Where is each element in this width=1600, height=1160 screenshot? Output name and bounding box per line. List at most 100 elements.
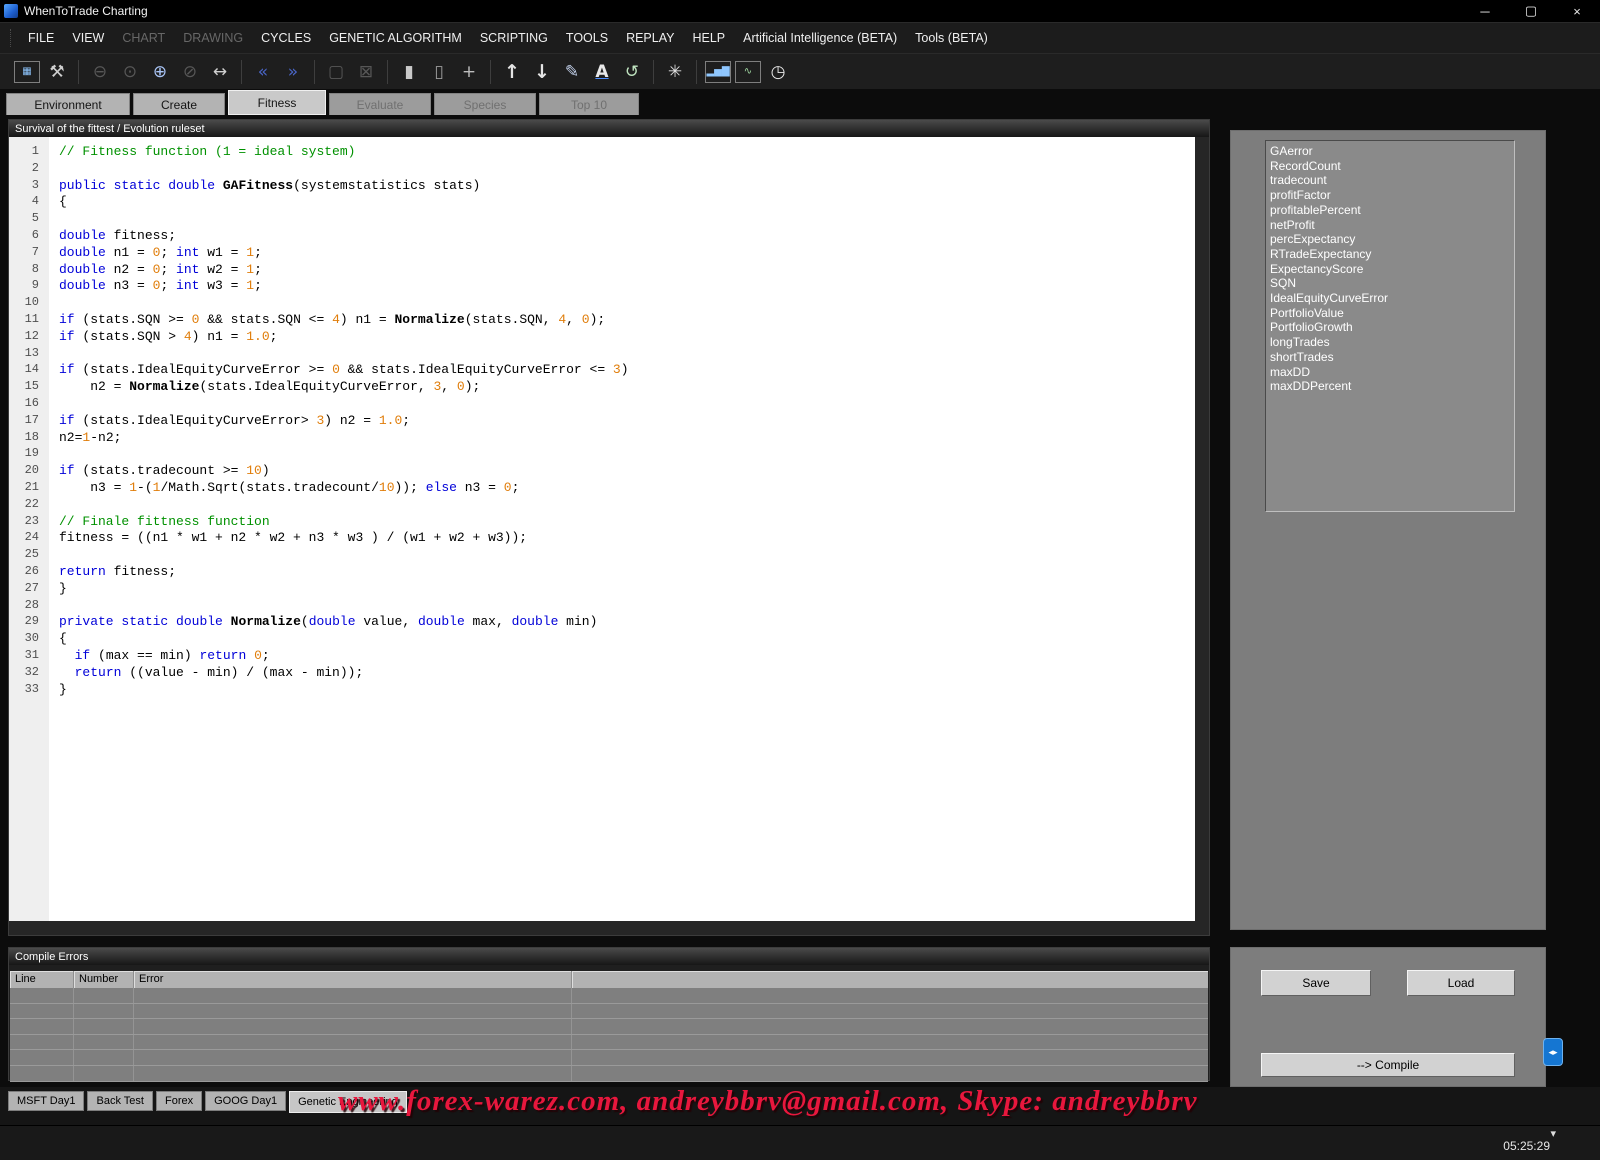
- line-number: 1: [9, 144, 49, 161]
- line-number: 29: [9, 614, 49, 631]
- error-cell: [10, 1004, 74, 1019]
- toolbar-separator: [78, 60, 79, 84]
- line-number: 22: [9, 497, 49, 514]
- error-cell: [10, 1019, 74, 1034]
- vertical-scrollbar[interactable]: [1195, 137, 1209, 921]
- line-number: 21: [9, 480, 49, 497]
- tab-create[interactable]: Create: [133, 93, 225, 115]
- code-line: [59, 346, 1195, 363]
- column-header-number: Number: [74, 971, 134, 988]
- line-number: 12: [9, 329, 49, 346]
- compile-button[interactable]: --> Compile: [1261, 1053, 1515, 1077]
- error-cell: [74, 1035, 134, 1050]
- arrow-down-icon[interactable]: ↓: [528, 59, 556, 85]
- close-button[interactable]: ×: [1554, 0, 1600, 22]
- code-line: fitness = ((n1 * w1 + n2 * w2 + n3 * w3 …: [59, 530, 1195, 547]
- spider-web-icon[interactable]: ✳: [661, 59, 689, 85]
- font-style-icon[interactable]: A: [588, 59, 616, 85]
- line-number: 4: [9, 194, 49, 211]
- title-bar: WhenToTrade Charting ─ ▢ ×: [0, 0, 1600, 22]
- code-line: {: [59, 631, 1195, 648]
- menu-item-file[interactable]: FILE: [19, 23, 63, 53]
- clipboard-empty-icon[interactable]: ▯: [425, 59, 453, 85]
- workspace-tab-forex[interactable]: Forex: [156, 1091, 202, 1111]
- toolbar-separator: [490, 60, 491, 84]
- menu-gripper: [10, 29, 13, 47]
- code-line: [59, 446, 1195, 463]
- tab-fitness[interactable]: Fitness: [228, 90, 326, 115]
- menu-item-cycles[interactable]: CYCLES: [252, 23, 320, 53]
- list-item-expectancyscore[interactable]: ExpectancyScore: [1266, 262, 1514, 277]
- maximize-button[interactable]: ▢: [1508, 0, 1554, 22]
- line-number: 7: [9, 245, 49, 262]
- bar-chart-icon[interactable]: ▂▅▇: [705, 61, 731, 83]
- list-item-idealequitycurveerror[interactable]: IdealEquityCurveError: [1266, 291, 1514, 306]
- wrench-settings-icon[interactable]: ⚒: [43, 59, 71, 85]
- list-item-rtradeexpectancy[interactable]: RTradeExpectancy: [1266, 247, 1514, 262]
- menu-item-genetic-algorithm[interactable]: GENETIC ALGORITHM: [320, 23, 471, 53]
- list-item-gaerror[interactable]: GAerror: [1266, 144, 1514, 159]
- code-line: n2 = Normalize(stats.IdealEquityCurveErr…: [59, 379, 1195, 396]
- tab-strip: EnvironmentCreateFitnessEvaluateSpeciesT…: [6, 89, 642, 115]
- list-item-profitfactor[interactable]: profitFactor: [1266, 188, 1514, 203]
- minimize-button[interactable]: ─: [1462, 0, 1508, 22]
- zoom-window-icon: ⊘: [176, 59, 204, 85]
- error-cell: [10, 1035, 74, 1050]
- list-item-netprofit[interactable]: netProfit: [1266, 218, 1514, 233]
- list-item-shorttrades[interactable]: shortTrades: [1266, 350, 1514, 365]
- clipboard-filled-icon[interactable]: ▮: [395, 59, 423, 85]
- horizontal-scrollbar[interactable]: [9, 921, 1209, 935]
- arrow-up-icon[interactable]: ↑: [498, 59, 526, 85]
- menu-item-tools-beta[interactable]: Tools (BETA): [906, 23, 997, 53]
- scroll-right-icon[interactable]: »: [279, 59, 307, 85]
- list-item-sqn[interactable]: SQN: [1266, 276, 1514, 291]
- column-header-filler: [572, 971, 1208, 988]
- line-chart-icon[interactable]: ∿: [735, 61, 761, 83]
- save-button[interactable]: Save: [1261, 970, 1371, 996]
- list-item-maxddpercent[interactable]: maxDDPercent: [1266, 379, 1514, 394]
- column-header-line: Line: [10, 971, 74, 988]
- alarm-clock-icon[interactable]: ◷: [764, 59, 792, 85]
- workspace-tab-back-test[interactable]: Back Test: [87, 1091, 153, 1111]
- zoom-in-icon[interactable]: ⊕: [146, 59, 174, 85]
- code-line: [59, 295, 1195, 312]
- scroll-left-icon[interactable]: «: [249, 59, 277, 85]
- workspace-tab-msft-day1[interactable]: MSFT Day1: [8, 1091, 84, 1111]
- error-cell: [572, 1004, 1208, 1019]
- code-line: // Fitness function (1 = ideal system): [59, 144, 1195, 161]
- code-editor[interactable]: 1234567891011121314151617181920212223242…: [9, 137, 1209, 935]
- fit-width-icon[interactable]: ↔: [206, 59, 234, 85]
- statistics-list[interactable]: GAerrorRecordCounttradecountprofitFactor…: [1265, 140, 1515, 512]
- toolbar: ▦⚒⊖⊙⊕⊘↔«»▢⊠▮▯+↑↓✎A↺✳▂▅▇∿◷: [0, 53, 1600, 89]
- chevron-down-icon[interactable]: ▾: [1550, 1127, 1556, 1140]
- menu-item-tools[interactable]: TOOLS: [557, 23, 617, 53]
- code-content[interactable]: // Fitness function (1 = ideal system) p…: [49, 137, 1195, 921]
- add-item-icon[interactable]: +: [455, 59, 483, 85]
- remote-access-icon[interactable]: ◂▸: [1543, 1038, 1563, 1066]
- menu-item-artificial-intelligence-beta[interactable]: Artificial Intelligence (BETA): [734, 23, 906, 53]
- list-item-tradecount[interactable]: tradecount: [1266, 173, 1514, 188]
- load-button[interactable]: Load: [1407, 970, 1515, 996]
- refresh-history-icon[interactable]: ↺: [618, 59, 646, 85]
- workspace-tab-genetic-engineering[interactable]: Genetic Engineering: [289, 1091, 407, 1113]
- code-line: [59, 497, 1195, 514]
- list-item-profitablepercent[interactable]: profitablePercent: [1266, 203, 1514, 218]
- statistics-panel: GAerrorRecordCounttradecountprofitFactor…: [1230, 130, 1546, 930]
- menu-item-view[interactable]: VIEW: [63, 23, 113, 53]
- list-item-portfoliogrowth[interactable]: PortfolioGrowth: [1266, 320, 1514, 335]
- error-row: [10, 1004, 1208, 1020]
- toolbar-separator: [314, 60, 315, 84]
- list-item-percexpectancy[interactable]: percExpectancy: [1266, 232, 1514, 247]
- list-item-recordcount[interactable]: RecordCount: [1266, 159, 1514, 174]
- workspace-tab-goog-day1[interactable]: GOOG Day1: [205, 1091, 286, 1111]
- list-item-longtrades[interactable]: longTrades: [1266, 335, 1514, 350]
- menu-item-scripting[interactable]: SCRIPTING: [471, 23, 557, 53]
- menu-item-help[interactable]: HELP: [683, 23, 734, 53]
- draw-trendline-icon[interactable]: ✎: [558, 59, 586, 85]
- code-line: n3 = 1-(1/Math.Sqrt(stats.tradecount/10)…: [59, 480, 1195, 497]
- list-item-portfoliovalue[interactable]: PortfolioValue: [1266, 306, 1514, 321]
- list-item-maxdd[interactable]: maxDD: [1266, 365, 1514, 380]
- tab-environment[interactable]: Environment: [6, 93, 130, 115]
- chart-window-icon[interactable]: ▦: [14, 61, 40, 83]
- menu-item-replay[interactable]: REPLAY: [617, 23, 683, 53]
